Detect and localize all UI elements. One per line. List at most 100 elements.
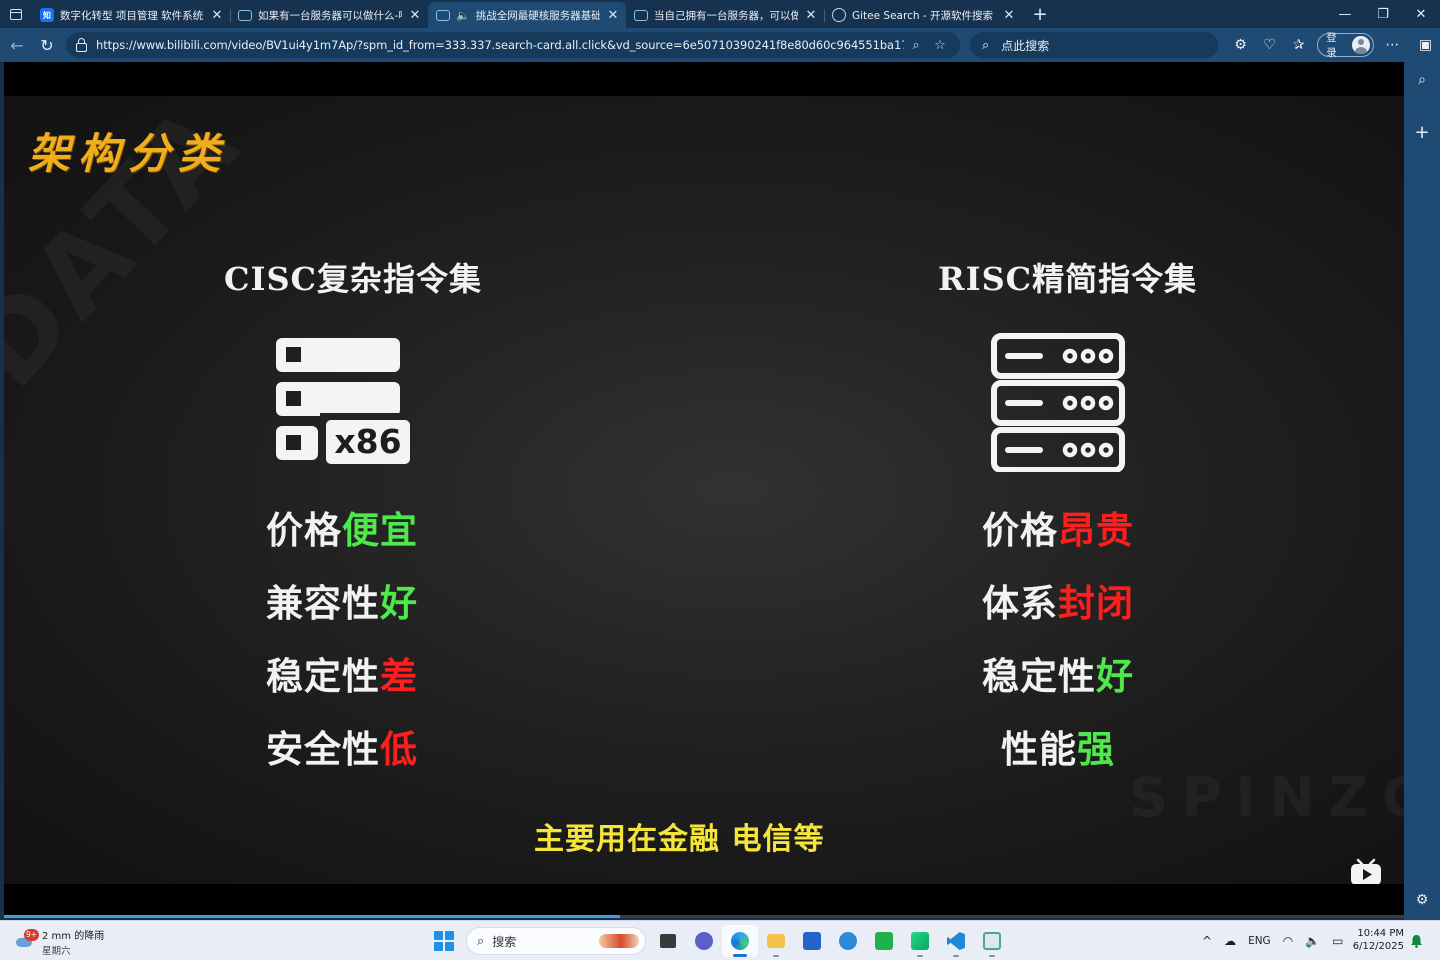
edge-app[interactable] bbox=[722, 925, 758, 957]
cisc-title: CISC复杂指令集 bbox=[224, 260, 483, 298]
video-progress-fill bbox=[4, 915, 620, 918]
clock-date: 6/12/2025 bbox=[1352, 941, 1404, 952]
footer-note: 主要用在金融 电信等 bbox=[534, 822, 825, 857]
taskbar-search[interactable]: ⌕ 搜索 bbox=[466, 927, 646, 955]
wifi-icon[interactable]: ◠ bbox=[1283, 934, 1293, 948]
sidebar-toggle-icon[interactable]: ▣ bbox=[1411, 30, 1440, 60]
address-bar[interactable]: https://www.bilibili.com/video/BV1ui4y1m… bbox=[66, 32, 960, 58]
language-indicator[interactable]: ENG bbox=[1248, 935, 1271, 947]
minimize-button[interactable]: — bbox=[1326, 0, 1364, 28]
toolbar-right: ⚙ ♡ ✰ 登录 ⋯ ▣ bbox=[1226, 30, 1440, 60]
vscode-app[interactable] bbox=[938, 925, 974, 957]
tab-bilibili-3[interactable]: 当自己拥有一台服务器，可以做哔 ✕ bbox=[626, 2, 825, 28]
tab-gitee[interactable]: Gitee Search - 开源软件搜索 ✕ bbox=[824, 2, 1022, 28]
refresh-button[interactable]: ↻ bbox=[32, 30, 62, 60]
tab-zhihu[interactable]: 知 数字化转型 项目管理 软件系统开 ✕ bbox=[32, 2, 231, 28]
profile-login-button[interactable]: 登录 bbox=[1317, 32, 1374, 59]
volume-icon[interactable]: 🔈 bbox=[1305, 934, 1320, 948]
edge-sidebar: ⌕ + ⚙ bbox=[1404, 62, 1440, 920]
task-view-button[interactable] bbox=[650, 925, 686, 957]
edge-icon bbox=[731, 932, 749, 950]
tab-title: 当自己拥有一台服务器，可以做哔 bbox=[654, 9, 798, 22]
folder-icon bbox=[767, 934, 785, 948]
pycharm-app[interactable] bbox=[902, 925, 938, 957]
video-frame: DATA CENTER SPINZC 架构分类 CISC复杂指令集 RISC精简… bbox=[4, 96, 1404, 884]
risc-title: RISC精简指令集 bbox=[938, 260, 1198, 298]
restore-button[interactable]: ❐ bbox=[1364, 0, 1402, 28]
video-call-icon bbox=[695, 932, 713, 950]
settings-gear-icon[interactable]: ⚙ bbox=[1404, 892, 1440, 908]
qc-icon bbox=[875, 932, 893, 950]
login-label: 登录 bbox=[1326, 32, 1337, 59]
taskbar-apps: ⌕ 搜索 bbox=[426, 925, 1010, 957]
bilibili-logo-icon bbox=[1351, 858, 1381, 884]
window-app-icon bbox=[983, 932, 1001, 950]
tab-actions-menu-button[interactable] bbox=[0, 0, 32, 28]
window-controls: — ❐ ✕ bbox=[1326, 0, 1440, 28]
more-menu-icon[interactable]: ⋯ bbox=[1378, 30, 1407, 60]
add-icon[interactable]: + bbox=[1404, 122, 1440, 143]
search-box[interactable]: ⌕ 点此搜索 bbox=[970, 32, 1218, 58]
bilibili-icon bbox=[238, 9, 252, 21]
back-button[interactable]: ← bbox=[2, 30, 32, 60]
search-highlight-image bbox=[599, 934, 639, 948]
x86-label: x86 bbox=[334, 422, 401, 461]
close-tab-icon[interactable]: ✕ bbox=[408, 8, 422, 23]
globe-icon bbox=[832, 8, 846, 22]
search-icon[interactable]: ⌕ bbox=[1404, 72, 1440, 88]
file-explorer-app[interactable] bbox=[758, 925, 794, 957]
risc-feature-system: 体系封闭 bbox=[982, 582, 1134, 625]
weather-text: 2 mm 的降雨 bbox=[42, 931, 105, 942]
server-rack-icon bbox=[991, 333, 1125, 472]
qc-app[interactable] bbox=[866, 925, 902, 957]
show-hidden-icons-chevron-icon[interactable]: ^ bbox=[1202, 934, 1212, 948]
vscode-icon bbox=[947, 932, 965, 950]
zhihu-icon: 知 bbox=[40, 8, 54, 22]
meet-app[interactable] bbox=[686, 925, 722, 957]
weather-day: 星期六 bbox=[42, 946, 71, 957]
close-tab-icon[interactable]: ✕ bbox=[1002, 8, 1016, 23]
start-button[interactable] bbox=[426, 925, 462, 957]
favorite-star-icon[interactable]: ☆ bbox=[928, 38, 952, 53]
windows-taskbar: 9+ 2 mm 的降雨 星期六 ⌕ 搜索 ^ ☁ ENG ◠ 🔈 ▭ 10:44… bbox=[0, 920, 1440, 960]
cisc-feature-compat: 兼容性好 bbox=[266, 582, 418, 625]
lock-icon bbox=[76, 37, 87, 52]
cisc-feature-price: 价格便宜 bbox=[266, 509, 418, 552]
bilibili-icon bbox=[436, 9, 450, 21]
onedrive-icon[interactable]: ☁ bbox=[1224, 934, 1236, 948]
clock[interactable]: 10:44 PM 6/12/2025 bbox=[1352, 927, 1404, 953]
favorites-icon[interactable]: ✰ bbox=[1284, 30, 1313, 60]
tab-title: 数字化转型 项目管理 软件系统开 bbox=[60, 9, 204, 22]
extensions-icon[interactable]: ⚙ bbox=[1226, 30, 1255, 60]
task-view-icon bbox=[660, 934, 676, 948]
close-tab-icon[interactable]: ✕ bbox=[804, 8, 818, 23]
notification-bell-icon[interactable] bbox=[1410, 934, 1423, 948]
close-tab-icon[interactable]: ✕ bbox=[210, 8, 224, 23]
video-player[interactable]: DATA CENTER SPINZC 架构分类 CISC复杂指令集 RISC精简… bbox=[4, 62, 1404, 918]
store-app[interactable] bbox=[794, 925, 830, 957]
video-progress-bar[interactable] bbox=[4, 915, 1404, 918]
browser-app[interactable] bbox=[830, 925, 866, 957]
watermark-spinzc: SPINZC bbox=[1129, 766, 1404, 829]
windows-logo-icon bbox=[434, 931, 454, 951]
weather-widget[interactable]: 9+ 2 mm 的降雨 星期六 bbox=[14, 927, 104, 957]
browser-essentials-icon[interactable]: ♡ bbox=[1255, 30, 1284, 60]
search-icon: ⌕ bbox=[477, 933, 485, 949]
close-window-button[interactable]: ✕ bbox=[1402, 0, 1440, 28]
cisc-feature-stability: 稳定性差 bbox=[266, 655, 418, 698]
system-tray: ^ ☁ ENG ◠ 🔈 ▭ bbox=[1196, 925, 1349, 957]
search-icon: ⌕ bbox=[982, 37, 990, 53]
tab-bilibili-1[interactable]: 如果有一台服务器可以做什么-哔哩 ✕ bbox=[230, 2, 429, 28]
slide-title: 架构分类 bbox=[28, 129, 229, 178]
close-tab-icon[interactable]: ✕ bbox=[606, 8, 620, 23]
bilibili-icon bbox=[634, 9, 648, 21]
notepad-app[interactable] bbox=[974, 925, 1010, 957]
speaker-icon[interactable]: 🔈 bbox=[456, 9, 470, 22]
battery-icon[interactable]: ▭ bbox=[1332, 934, 1343, 948]
new-tab-button[interactable]: + bbox=[1026, 4, 1054, 25]
avatar bbox=[1352, 36, 1370, 54]
zoom-icon[interactable]: ⌕ bbox=[904, 38, 928, 53]
url-text[interactable]: https://www.bilibili.com/video/BV1ui4y1m… bbox=[96, 38, 904, 52]
tab-bilibili-active[interactable]: 🔈 挑战全网最硬核服务器基础 ✕ bbox=[428, 2, 626, 28]
tab-title: Gitee Search - 开源软件搜索 bbox=[852, 9, 993, 22]
